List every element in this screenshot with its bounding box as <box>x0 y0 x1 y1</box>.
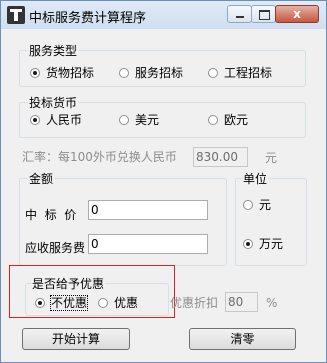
currency-legend: 投标货币 <box>28 96 79 110</box>
unit-legend: 单位 <box>242 172 269 186</box>
radio-label: 服务招标 <box>135 66 184 80</box>
radio-label: 美元 <box>135 113 160 127</box>
radio-indicator <box>208 115 218 125</box>
radio-label: 欧元 <box>224 113 249 127</box>
maximize-icon <box>259 10 270 20</box>
highlight-box <box>9 265 175 318</box>
radio-label: 货物招标 <box>46 66 95 80</box>
radio-goods-tender[interactable]: 货物招标 <box>30 66 94 80</box>
radio-indicator <box>243 200 253 210</box>
app-icon <box>7 6 25 24</box>
radio-unit-yuan[interactable]: 元 <box>243 198 271 212</box>
radio-label: 人民币 <box>46 113 83 127</box>
discount-rate-field[interactable] <box>225 292 258 312</box>
service-fee-label: 应收服务费 <box>25 241 86 255</box>
radio-indicator <box>208 68 218 78</box>
bid-price-input[interactable] <box>88 200 208 220</box>
radio-selected-indicator <box>243 239 253 249</box>
bid-price-label: 中 标 价 <box>25 208 77 222</box>
radio-engineering-tender[interactable]: 工程招标 <box>208 66 272 80</box>
radio-indicator <box>119 68 129 78</box>
discount-rate-label: 优惠折扣 <box>170 296 219 310</box>
radio-label: 工程招标 <box>224 66 273 80</box>
title-bar[interactable]: 中标服务费计算程序 x <box>1 1 326 29</box>
radio-label: 万元 <box>259 237 284 251</box>
radio-eur[interactable]: 欧元 <box>208 113 248 127</box>
radio-rmb[interactable]: 人民币 <box>30 113 82 127</box>
maximize-button[interactable] <box>251 5 276 23</box>
service-type-legend: 服务类型 <box>28 44 79 58</box>
radio-usd[interactable]: 美元 <box>119 113 159 127</box>
service-fee-output[interactable] <box>88 234 208 254</box>
window-title: 中标服务费计算程序 <box>29 11 147 26</box>
exchange-rate-field[interactable] <box>193 147 248 167</box>
radio-service-tender[interactable]: 服务招标 <box>119 66 183 80</box>
minimize-button[interactable] <box>227 5 252 23</box>
calculate-button[interactable]: 开始计算 <box>22 328 130 350</box>
radio-label: 元 <box>259 198 272 212</box>
exchange-rate-label: 汇率：每100外币兑换人民币 <box>22 150 177 164</box>
amount-legend: 金额 <box>28 172 55 186</box>
radio-unit-10k-yuan[interactable]: 万元 <box>243 237 283 251</box>
app-window: 中标服务费计算程序 x 服务类型 货物招标 服务招标 工程招标 投标货币 人民币… <box>0 0 327 363</box>
exchange-rate-unit: 元 <box>265 151 278 165</box>
unit-group <box>235 178 307 266</box>
radio-selected-indicator <box>30 68 40 78</box>
close-icon: x <box>293 7 301 21</box>
minimize-icon <box>236 16 244 18</box>
discount-rate-unit: % <box>266 296 278 310</box>
radio-selected-indicator <box>30 115 40 125</box>
radio-indicator <box>119 115 129 125</box>
clear-button[interactable]: 清零 <box>189 328 296 350</box>
close-button[interactable]: x <box>275 5 319 23</box>
